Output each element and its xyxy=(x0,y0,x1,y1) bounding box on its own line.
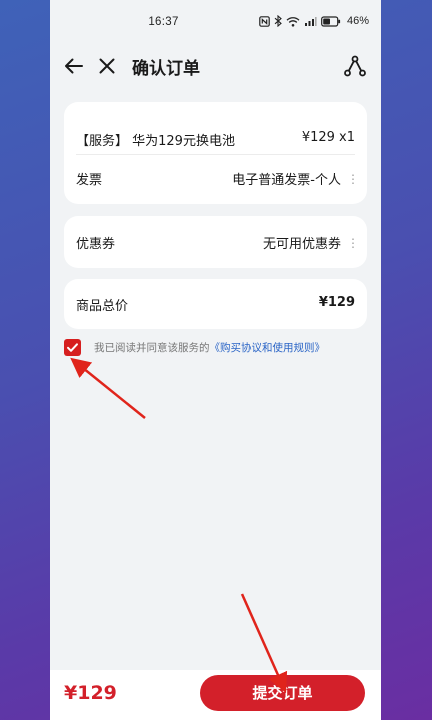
signal-icon xyxy=(304,16,317,26)
page-title: 确认订单 xyxy=(132,59,200,79)
bottom-bar: ¥129 提交订单 xyxy=(50,670,381,720)
agree-checkbox[interactable] xyxy=(64,339,81,356)
divider xyxy=(76,154,355,155)
status-bar: 16:37 46% xyxy=(50,0,381,44)
bluetooth-icon xyxy=(274,15,282,27)
top-nav: 确认订单 xyxy=(50,44,381,88)
battery-icon xyxy=(321,15,341,27)
invoice-label: 发票 xyxy=(76,173,103,188)
coupon-value: 无可用优惠券 xyxy=(262,237,341,252)
order-card: 【服务】 华为129元换电池 ¥129 x1 发票 电子普通发票-个人 ⋮ xyxy=(64,102,367,204)
battery-percent: 46% xyxy=(346,15,369,27)
close-icon[interactable] xyxy=(95,54,119,78)
agreement-link[interactable]: 《购买协议和使用规则》 xyxy=(210,342,326,354)
more-dots-icon[interactable]: ⋮ xyxy=(347,237,359,249)
status-icons: 46% xyxy=(259,15,369,27)
nfc-icon xyxy=(259,15,270,27)
checkmark-icon xyxy=(67,343,78,352)
coupon-label: 优惠券 xyxy=(76,237,116,252)
wifi-icon xyxy=(286,16,300,27)
submit-order-button[interactable]: 提交订单 xyxy=(200,675,365,711)
back-arrow-icon[interactable] xyxy=(62,54,86,78)
invoice-value: 电子普通发票-个人 xyxy=(232,173,341,188)
more-dots-icon[interactable]: ⋮ xyxy=(347,173,359,185)
service-price: ¥129 x1 xyxy=(301,130,355,145)
agreement-row: 我已阅读并同意该服务的《购买协议和使用规则》 xyxy=(64,339,325,356)
total-label: 商品总价 xyxy=(76,299,129,314)
share-icon[interactable] xyxy=(343,54,367,78)
total-card: 商品总价 ¥129 xyxy=(64,279,367,329)
phone-screen: 16:37 46% 确认订单 【服务】 华为129元换电池 ¥129 x1 发票… xyxy=(50,0,381,720)
agreement-text: 我已阅读并同意该服务的 xyxy=(94,342,210,354)
bottom-price: ¥129 xyxy=(64,682,117,704)
service-item-name: 【服务】 华为129元换电池 xyxy=(76,134,235,149)
total-value: ¥129 xyxy=(318,295,355,310)
status-time: 16:37 xyxy=(148,16,179,28)
coupon-card[interactable]: 优惠券 无可用优惠券 ⋮ xyxy=(64,216,367,268)
